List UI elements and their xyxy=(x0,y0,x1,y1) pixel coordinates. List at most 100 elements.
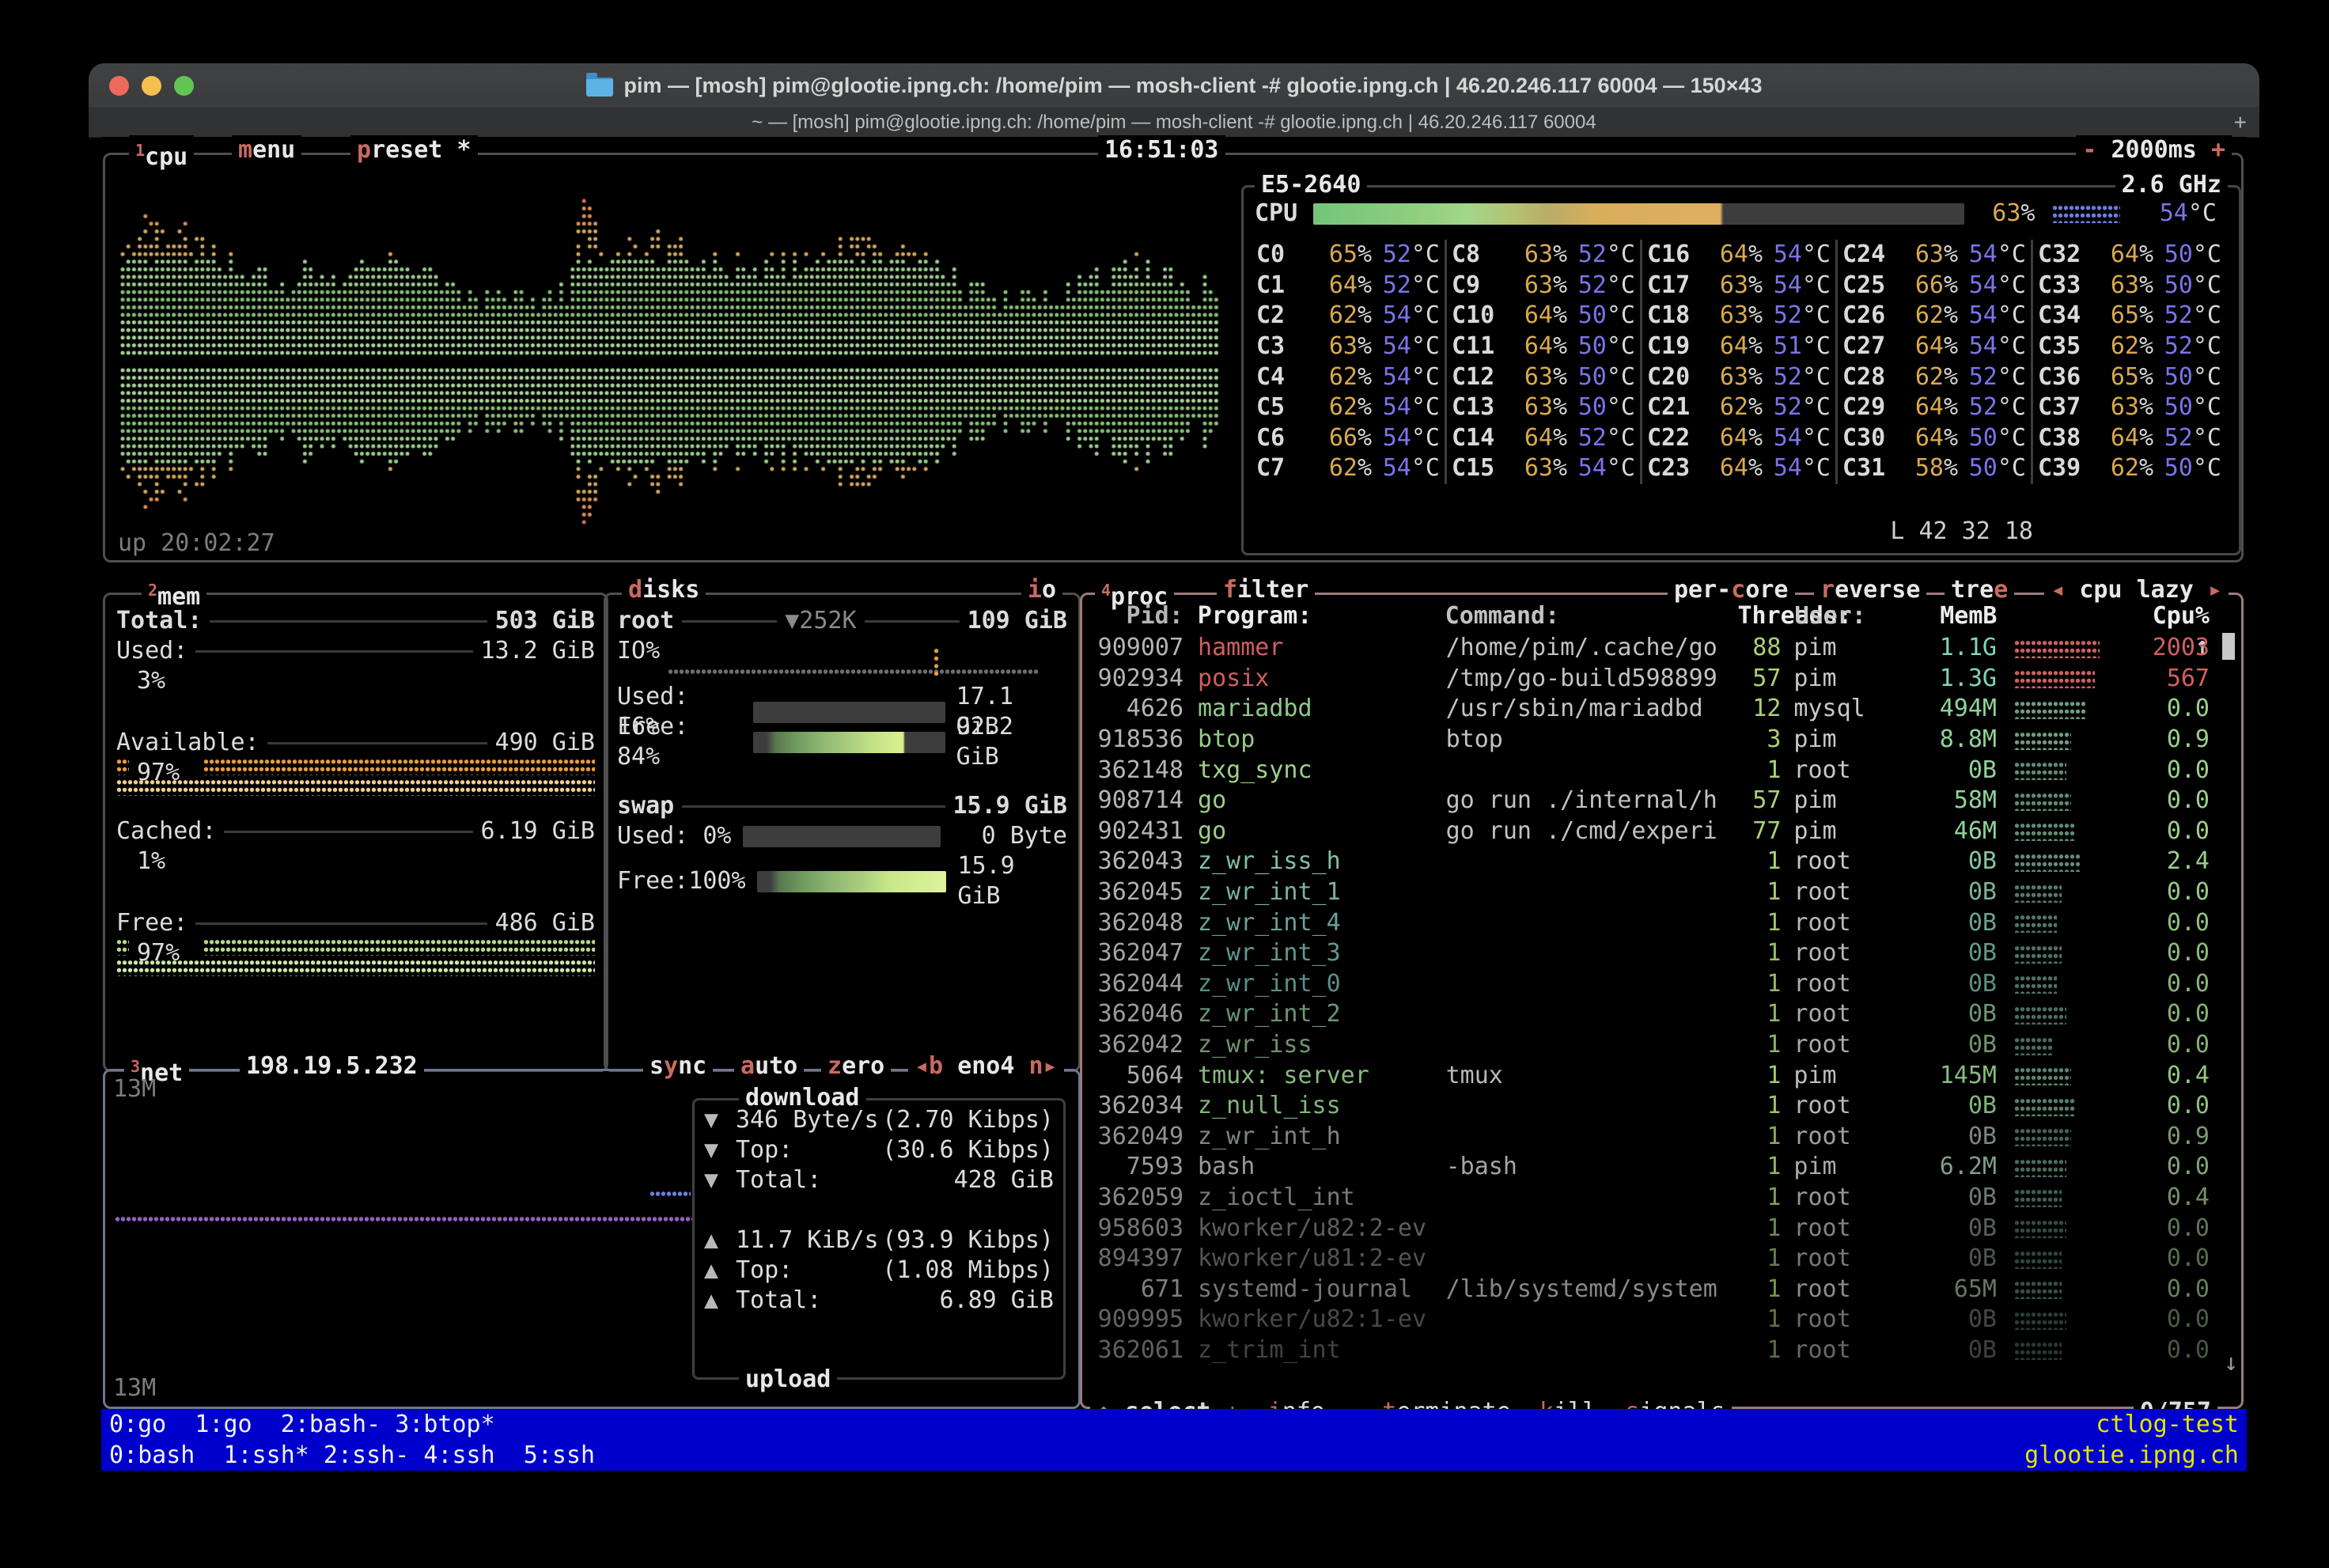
process-row[interactable]: 362046z_wr_int_21root0B0.0 xyxy=(1093,999,2210,1030)
cpu-cores-panel: E5-2640 2.6 GHz CPU 63% 54°C C065%52°CC1… xyxy=(1241,185,2241,555)
process-row[interactable]: 918536btopbtop3pim8.8M0.9 xyxy=(1093,725,2210,756)
new-tab-button[interactable]: + xyxy=(2234,112,2247,134)
mem-avail-pct: 97% xyxy=(137,758,595,788)
process-row[interactable]: 362043z_wr_iss_h1root0B2.4 xyxy=(1093,846,2210,877)
process-row[interactable]: 362047z_wr_int_31root0B0.0 xyxy=(1093,938,2210,969)
mem-total-label: Total: xyxy=(116,606,202,636)
core-row: C3158%50°C xyxy=(1842,453,2026,484)
active-tab[interactable]: ~ — [mosh] pim@glootie.ipng.ch: /home/pi… xyxy=(752,112,1596,134)
core-row: C863%52°C xyxy=(1452,240,1635,271)
mem-free-label: Free: xyxy=(116,908,187,938)
core-row: C1464%52°C xyxy=(1452,423,1635,454)
core-row: C1064%50°C xyxy=(1452,301,1635,331)
down-total-label: Total: xyxy=(736,1165,821,1195)
core-column: C065%52°CC164%52°CC262%54°CC363%54°CC462… xyxy=(1252,240,1445,484)
process-row[interactable]: 362048z_wr_int_41root0B0.0 xyxy=(1093,907,2210,938)
desktop: pim — [mosh] pim@glootie.ipng.ch: /home/… xyxy=(0,0,2329,1568)
core-row: C2463%54°C xyxy=(1842,240,2026,271)
disk-swap-free-label: Free:100% xyxy=(617,866,746,896)
update-interval: - 2000ms + xyxy=(2076,135,2232,165)
disk-swap-name: swap xyxy=(617,791,674,821)
net-stats-panel: download upload ▼346 Byte/s(2.70 Kibps) … xyxy=(692,1098,1066,1380)
cpu-panel-title[interactable]: 1cpu xyxy=(129,135,194,172)
core-row: C1363%50°C xyxy=(1452,392,1635,423)
interval-minus[interactable]: - xyxy=(2082,136,2096,164)
down-top: (30.6 Kibps) xyxy=(882,1135,1054,1165)
process-row[interactable]: 362148txg_sync1root0B0.0 xyxy=(1093,755,2210,786)
net-scale-bottom: 13M xyxy=(113,1373,156,1403)
scroll-down-indicator[interactable]: ↓ xyxy=(2224,1348,2238,1378)
process-row[interactable]: 362042z_wr_iss1root0B0.0 xyxy=(1093,1030,2210,1061)
net-zero-toggle[interactable]: zero xyxy=(821,1051,891,1081)
disk-root-free-label: Free: 84% xyxy=(617,712,742,772)
process-row[interactable]: 671systemd-journal/lib/systemd/system1ro… xyxy=(1093,1274,2210,1305)
up-total-label: Total: xyxy=(736,1286,821,1316)
down-speed-bits: (2.70 Kibps) xyxy=(882,1105,1054,1135)
core-row: C666%54°C xyxy=(1256,423,1440,454)
process-row[interactable]: 909007hammer/home/pim/.cache/go88pim1.1G… xyxy=(1093,633,2210,664)
core-row: C562%54°C xyxy=(1256,392,1440,423)
core-row: C3465%52°C xyxy=(2038,301,2221,331)
disk-io-graph xyxy=(668,668,1039,676)
core-row: C2662%54°C xyxy=(1842,301,2026,331)
tmux-windows-inner[interactable]: 0:bash 1:ssh* 2:ssh- 4:ssh 5:ssh xyxy=(109,1441,595,1471)
cpu-core-grid: C065%52°CC164%52°CC262%54°CC363%54°CC462… xyxy=(1252,240,2221,484)
process-row[interactable]: 7593bash-bash1pim6.2M0.0 xyxy=(1093,1152,2210,1183)
process-row[interactable]: 362049z_wr_int_h1root0B0.9 xyxy=(1093,1122,2210,1153)
process-row[interactable]: 5064tmux: servertmux1pim145M0.4 xyxy=(1093,1060,2210,1091)
window-titlebar[interactable]: pim — [mosh] pim@glootie.ipng.ch: /home/… xyxy=(89,63,2259,108)
disk-swap-size: 15.9 GiB xyxy=(953,791,1068,821)
process-row[interactable]: 362044z_wr_int_01root0B0.0 xyxy=(1093,969,2210,1000)
process-row[interactable]: 908714gogo run ./internal/h57pim58M0.0 xyxy=(1093,786,2210,816)
core-row: C363%54°C xyxy=(1256,331,1440,362)
net-auto-toggle[interactable]: auto xyxy=(734,1051,804,1081)
mem-avail-value: 490 GiB xyxy=(495,728,595,758)
preset-button[interactable]: preset * xyxy=(350,135,478,165)
process-row[interactable]: 902934posix/tmp/go-build59889957pim1.3G5… xyxy=(1093,664,2210,695)
core-row: C1964%51°C xyxy=(1647,331,1831,362)
cpu-model: E5-2640 xyxy=(1255,170,1367,200)
process-row[interactable]: 362045z_wr_int_11root0B0.0 xyxy=(1093,877,2210,908)
menu-button[interactable]: menu xyxy=(232,135,301,165)
process-scrollbar-thumb[interactable] xyxy=(2222,633,2235,660)
net-sync-toggle[interactable]: sync xyxy=(643,1051,713,1081)
process-row[interactable]: 894397kworker/u81:2-ev1root0B0.0 xyxy=(1093,1244,2210,1274)
tmux-session-outer: ctlog-test xyxy=(2096,1410,2239,1440)
minimize-button[interactable] xyxy=(142,76,161,96)
network-panel: 3net 198.19.5.232 sync auto zero ◂b eno4… xyxy=(103,1069,1081,1409)
process-row[interactable]: 362061z_trim_int1root0B0.0 xyxy=(1093,1335,2210,1366)
process-row[interactable]: 958603kworker/u82:2-ev1root0B0.0 xyxy=(1093,1213,2210,1244)
mem-free-pct: 97% xyxy=(137,938,595,968)
interval-plus[interactable]: + xyxy=(2211,136,2225,164)
process-row[interactable]: 362034z_null_iss1root0B0.0 xyxy=(1093,1091,2210,1122)
core-row: C762%54°C xyxy=(1256,453,1440,484)
down-top-label: Top: xyxy=(736,1135,793,1165)
core-row: C3064%50°C xyxy=(1842,423,2026,454)
folder-icon xyxy=(586,78,613,97)
close-button[interactable] xyxy=(109,76,129,96)
mem-total-value: 503 GiB xyxy=(495,606,595,636)
core-row: C262%54°C xyxy=(1256,301,1440,331)
zoom-button[interactable] xyxy=(174,76,194,96)
core-row: C2364%54°C xyxy=(1647,453,1831,484)
core-row: C3363%50°C xyxy=(2038,271,2221,301)
mem-avail-label: Available: xyxy=(116,728,259,758)
process-row[interactable]: 902431gogo run ./cmd/experi77pim46M0.0 xyxy=(1093,816,2210,847)
net-interface-switcher[interactable]: ◂b eno4 n▸ xyxy=(908,1051,1064,1081)
process-row[interactable]: 4626mariadbd/usr/sbin/mariadbd12mysql494… xyxy=(1093,694,2210,725)
terminal-content: 1cpu menu preset * 16:51:03 - 2000ms + u… xyxy=(101,137,2247,1475)
up-top-label: Top: xyxy=(736,1256,793,1286)
disk-root-size: 109 GiB xyxy=(968,606,1067,636)
core-row: C1664%54°C xyxy=(1647,240,1831,271)
mem-used-value: 13.2 GiB xyxy=(481,636,596,666)
clock: 16:51:03 xyxy=(1098,135,1225,165)
disk-root-name: root xyxy=(617,606,674,636)
core-row: C462%54°C xyxy=(1256,362,1440,392)
tmux-windows-outer[interactable]: 0:go 1:go 2:bash- 3:btop* xyxy=(109,1410,495,1440)
core-row: C2264%54°C xyxy=(1647,423,1831,454)
process-row[interactable]: 362059z_ioctl_int1root0B0.4 xyxy=(1093,1183,2210,1214)
disk-io-spike xyxy=(933,647,940,676)
mem-used-label: Used: xyxy=(116,636,187,666)
process-row[interactable]: 909995kworker/u82:1-ev1root0B0.0 xyxy=(1093,1305,2210,1335)
cpu-panel: 1cpu menu preset * 16:51:03 - 2000ms + u… xyxy=(103,153,2244,562)
